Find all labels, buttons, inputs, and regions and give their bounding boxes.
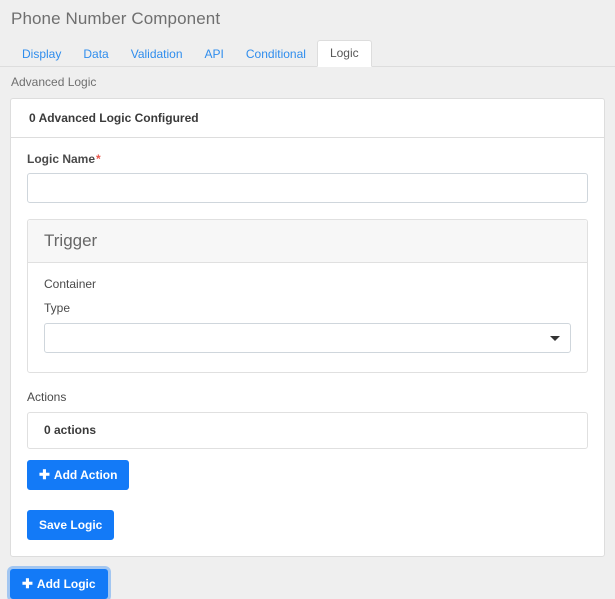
required-asterisk: * — [96, 152, 101, 166]
tab-data[interactable]: Data — [72, 42, 119, 67]
add-action-button[interactable]: ✚ Add Action — [27, 460, 130, 490]
component-settings-page: Phone Number Component Display Data Vali… — [0, 0, 615, 599]
tab-logic[interactable]: Logic — [316, 40, 372, 67]
settings-tabs: Display Data Validation API Conditional … — [0, 40, 615, 67]
plus-icon: ✚ — [39, 467, 50, 482]
tab-validation[interactable]: Validation — [120, 42, 194, 67]
save-logic-row: Save Logic — [27, 490, 588, 540]
plus-icon: ✚ — [22, 576, 33, 591]
trigger-panel-body: Container Type — [28, 263, 587, 372]
add-logic-button-label: Add Logic — [36, 577, 96, 591]
advanced-logic-label: Advanced Logic — [11, 75, 97, 89]
trigger-type-select[interactable] — [44, 323, 571, 353]
tab-api[interactable]: API — [194, 42, 235, 67]
advanced-logic-panel: 0 Advanced Logic Configured Logic Name* … — [10, 98, 605, 557]
advanced-logic-panel-body: Logic Name* Trigger Container Type Actio… — [11, 138, 604, 556]
tab-display[interactable]: Display — [11, 42, 72, 67]
trigger-container-label: Container — [44, 277, 97, 291]
save-logic-button[interactable]: Save Logic — [27, 510, 115, 540]
actions-summary: 0 actions — [27, 412, 588, 449]
trigger-type-select-wrap — [44, 323, 571, 353]
trigger-panel-title: Trigger — [28, 220, 587, 263]
actions-label: Actions — [27, 390, 67, 404]
add-action-button-label: Add Action — [53, 468, 118, 482]
advanced-logic-count-header: 0 Advanced Logic Configured — [11, 99, 604, 138]
tab-conditional[interactable]: Conditional — [235, 42, 317, 67]
save-logic-button-label: Save Logic — [39, 518, 103, 532]
logic-name-label-text: Logic Name — [27, 152, 96, 166]
logic-name-input[interactable] — [27, 173, 588, 203]
trigger-panel: Trigger Container Type — [27, 219, 588, 373]
page-title: Phone Number Component — [11, 9, 221, 28]
logic-name-label: Logic Name* — [27, 152, 588, 166]
add-logic-button[interactable]: ✚ Add Logic — [10, 569, 108, 599]
add-logic-row: ✚ Add Logic — [0, 557, 615, 599]
trigger-type-label: Type — [44, 301, 71, 315]
